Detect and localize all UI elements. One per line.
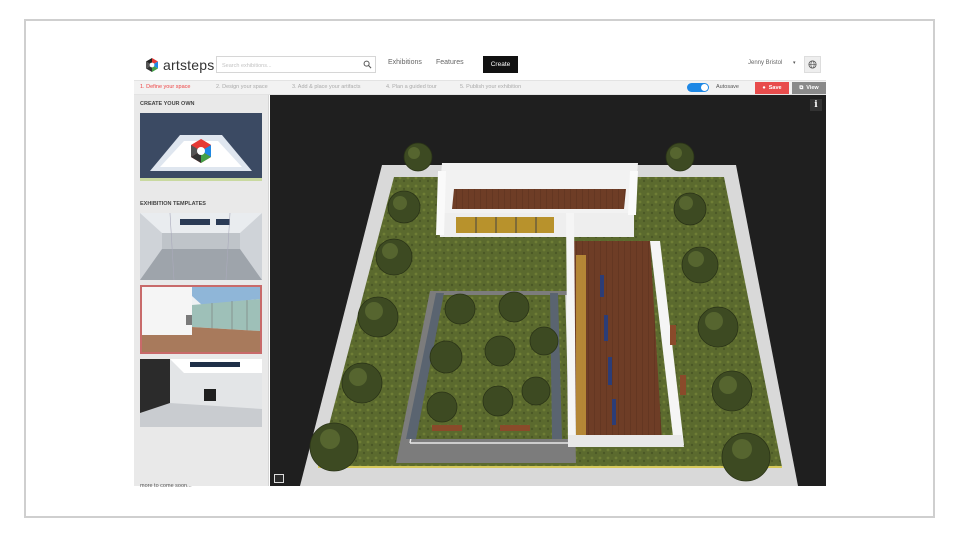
template-thumbnail-2[interactable] bbox=[140, 285, 262, 354]
space-sidebar: CREATE YOUR OWN EXHIBITION TEMPLATES mor… bbox=[134, 95, 269, 489]
view-button[interactable]: ⧉ View bbox=[792, 82, 826, 94]
top-wing-floor bbox=[452, 189, 626, 209]
right-wing-glazing bbox=[576, 255, 586, 435]
external-link-icon: ⧉ bbox=[799, 84, 804, 91]
exhibition-3d-scene[interactable] bbox=[270, 95, 826, 486]
top-wing-windows bbox=[456, 217, 554, 233]
search-box bbox=[216, 56, 376, 73]
logo-text: artsteps bbox=[163, 57, 215, 73]
steps-bar: 1. Define your space 2. Design your spac… bbox=[134, 80, 826, 95]
search-icon[interactable] bbox=[363, 60, 372, 69]
bench bbox=[600, 275, 604, 297]
templates-heading: EXHIBITION TEMPLATES bbox=[140, 201, 206, 207]
outdoor-bench bbox=[680, 375, 686, 395]
screenshot-icon[interactable] bbox=[274, 474, 284, 483]
artsteps-logo-icon bbox=[146, 58, 158, 72]
save-icon: ● bbox=[762, 85, 766, 91]
autosave-toggle[interactable] bbox=[687, 83, 709, 92]
outdoor-bench bbox=[432, 425, 462, 431]
create-own-heading: CREATE YOUR OWN bbox=[140, 101, 195, 107]
artsteps-app: artsteps Exhibitions Features Create Jen… bbox=[134, 50, 826, 489]
outdoor-bench bbox=[500, 425, 530, 431]
search-input[interactable] bbox=[220, 58, 359, 73]
template-thumbnail-3[interactable] bbox=[140, 359, 262, 427]
glass-hall-preview bbox=[142, 287, 260, 352]
globe-icon bbox=[808, 60, 817, 69]
toggle-knob bbox=[701, 84, 708, 91]
step-define-space[interactable]: 1. Define your space bbox=[140, 84, 190, 90]
nav-exhibitions-link[interactable]: Exhibitions bbox=[388, 59, 422, 66]
bench bbox=[608, 357, 612, 385]
bench bbox=[604, 315, 608, 341]
user-name[interactable]: Jenny Bristol bbox=[748, 60, 782, 66]
info-button[interactable]: i bbox=[810, 99, 822, 111]
template-thumbnail-1[interactable] bbox=[140, 213, 262, 280]
bench bbox=[612, 399, 616, 425]
logo[interactable]: artsteps bbox=[144, 56, 214, 74]
outdoor-bench bbox=[670, 325, 676, 345]
save-button[interactable]: ● Save bbox=[755, 82, 789, 94]
nav-features-link[interactable]: Features bbox=[436, 59, 464, 66]
3d-viewport[interactable]: i bbox=[270, 95, 826, 486]
blank-room-preview bbox=[140, 113, 262, 178]
step-publish[interactable]: 5. Publish your exhibition bbox=[460, 84, 521, 90]
create-own-thumbnail[interactable] bbox=[140, 113, 262, 181]
view-button-label: View bbox=[806, 85, 819, 91]
top-nav: artsteps Exhibitions Features Create Jen… bbox=[134, 50, 826, 80]
autosave-label: Autosave bbox=[716, 84, 739, 90]
step-add-artifacts[interactable]: 3. Add & place your artifacts bbox=[292, 84, 360, 90]
language-button[interactable] bbox=[804, 56, 821, 73]
more-templates-note: more to come soon... bbox=[140, 483, 192, 489]
user-menu-caret-icon[interactable]: ▾ bbox=[793, 60, 796, 66]
step-guided-tour[interactable]: 4. Plan a guided tour bbox=[386, 84, 437, 90]
create-button[interactable]: Create bbox=[483, 56, 518, 73]
step-design-space[interactable]: 2. Design your space bbox=[216, 84, 268, 90]
right-wing-front-wall bbox=[568, 435, 684, 447]
industrial-room-preview bbox=[140, 213, 262, 280]
modern-room-preview bbox=[140, 359, 262, 427]
save-button-label: Save bbox=[768, 85, 782, 91]
